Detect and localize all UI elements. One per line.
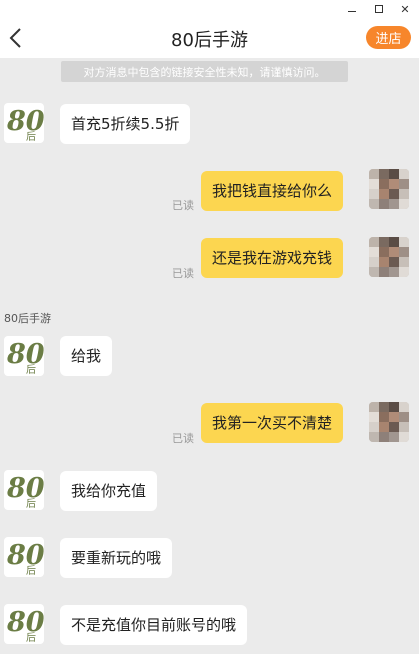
maximize-icon[interactable] (368, 1, 390, 17)
message-bubble: 我把钱直接给你么 (201, 171, 344, 211)
message-bubble: 我给你充值 (60, 471, 158, 511)
window-titlebar: ✕ (0, 0, 419, 18)
shop-avatar[interactable] (4, 336, 44, 376)
user-avatar[interactable] (369, 237, 409, 277)
shop-avatar[interactable] (4, 604, 44, 644)
message-bubble: 给我 (60, 336, 113, 376)
read-status: 已读 (172, 267, 194, 280)
user-avatar[interactable] (369, 169, 409, 209)
minimize-icon[interactable] (341, 1, 363, 17)
chat-header: 80后手游 进店 (0, 18, 419, 58)
shop-avatar[interactable] (4, 470, 44, 510)
security-notice: 对方消息中包含的链接安全性未知，请谨慎访问。 (61, 61, 348, 82)
close-icon[interactable]: ✕ (394, 1, 416, 17)
message-bubble: 首充5折续5.5折 (60, 104, 191, 144)
message-bubble: 我第一次买不清楚 (201, 403, 344, 443)
shop-avatar[interactable] (4, 103, 44, 143)
message-bubble: 要重新玩的哦 (60, 538, 173, 578)
read-status: 已读 (172, 199, 194, 212)
message-bubble: 不是充值你目前账号的哦 (60, 605, 248, 645)
shop-avatar[interactable] (4, 537, 44, 577)
user-avatar[interactable] (369, 402, 409, 442)
enter-shop-button[interactable]: 进店 (366, 26, 411, 49)
message-bubble: 还是我在游戏充钱 (201, 238, 344, 278)
sender-name: 80后手游 (4, 312, 51, 325)
read-status: 已读 (172, 432, 194, 445)
chat-title: 80后手游 (171, 30, 248, 51)
